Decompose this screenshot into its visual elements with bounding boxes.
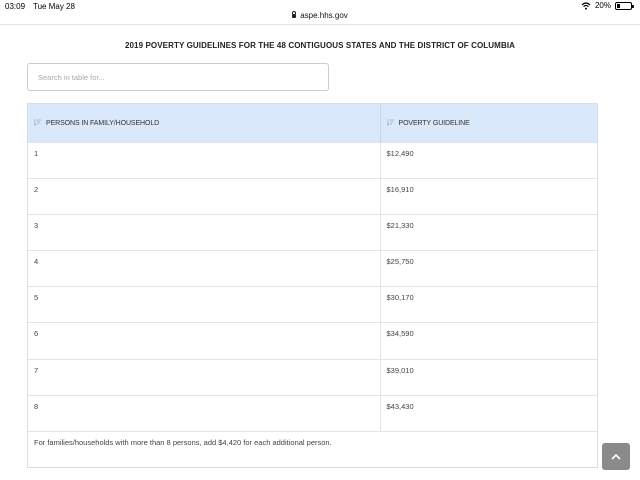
table-row: 7 $39,010 xyxy=(28,358,597,396)
address-bar[interactable]: aspe.hhs.gov xyxy=(0,11,640,20)
cell-guideline: $25,750 xyxy=(380,250,597,287)
cell-persons: 4 xyxy=(28,250,381,287)
status-indicators: 20% xyxy=(581,1,634,10)
cell-persons: 8 xyxy=(28,394,381,432)
table-header-row: PERSONS IN FAMILY/HOUSEHOLD POVERTY GUID… xyxy=(28,104,597,142)
cell-guideline: $34,590 xyxy=(380,322,597,360)
battery-icon xyxy=(615,1,634,10)
sort-icon xyxy=(34,118,41,126)
cell-persons: 3 xyxy=(28,213,381,251)
wifi-icon xyxy=(581,1,591,10)
table-row: 6 $34,590 xyxy=(28,322,597,360)
cell-persons: 5 xyxy=(28,286,381,323)
cell-persons: 2 xyxy=(28,177,381,215)
cell-persons: 7 xyxy=(28,358,381,396)
cell-guideline: $16,910 xyxy=(380,177,597,215)
cell-guideline: $43,430 xyxy=(380,394,597,432)
table-row: 3 $21,330 xyxy=(28,213,597,251)
browser-divider xyxy=(0,24,640,25)
table-row: 5 $30,170 xyxy=(28,286,597,323)
column-header-label: POVERTY GUIDELINE xyxy=(398,119,470,127)
table-row: 2 $16,910 xyxy=(28,177,597,215)
table-row: 8 $43,430 xyxy=(28,394,597,432)
search-input[interactable] xyxy=(27,63,329,91)
table-footer-row: For families/households with more than 8… xyxy=(28,431,597,467)
status-date: Tue May 28 xyxy=(33,2,75,11)
cell-guideline: $39,010 xyxy=(380,358,597,396)
column-header-label: PERSONS IN FAMILY/HOUSEHOLD xyxy=(46,119,160,127)
status-time: 03:09 xyxy=(5,2,26,11)
scroll-to-top-button[interactable] xyxy=(602,443,630,470)
cell-guideline: $12,490 xyxy=(380,141,597,179)
lock-icon xyxy=(292,11,297,18)
cell-guideline: $21,330 xyxy=(380,213,597,251)
url-text: aspe.hhs.gov xyxy=(300,11,348,20)
table-row: 1 $12,490 xyxy=(28,141,597,179)
guidelines-table: PERSONS IN FAMILY/HOUSEHOLD POVERTY GUID… xyxy=(27,103,598,468)
table-footnote: For families/households with more than 8… xyxy=(28,431,597,467)
cell-persons: 6 xyxy=(28,322,381,360)
cell-guideline: $30,170 xyxy=(380,286,597,323)
column-header-guideline[interactable]: POVERTY GUIDELINE xyxy=(380,104,597,142)
chevron-up-icon xyxy=(611,453,621,460)
sort-icon xyxy=(386,118,394,126)
table-row: 4 $25,750 xyxy=(28,250,597,287)
column-header-persons[interactable]: PERSONS IN FAMILY/HOUSEHOLD xyxy=(28,104,381,142)
cell-persons: 1 xyxy=(28,141,381,179)
page-title: 2019 POVERTY GUIDELINES FOR THE 48 CONTI… xyxy=(124,41,516,50)
battery-percent: 20% xyxy=(594,1,611,10)
